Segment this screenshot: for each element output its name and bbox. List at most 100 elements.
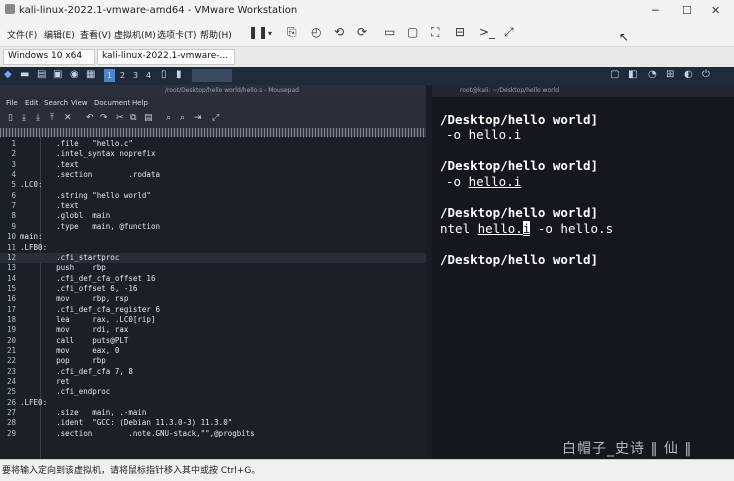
unity-icon[interactable]: ⊟	[455, 25, 465, 39]
code-line[interactable]: 27 .size main, .-main	[0, 408, 426, 418]
minimize-icon[interactable]: ─	[652, 4, 659, 17]
snapshot-manager-icon[interactable]: ⟳	[357, 25, 367, 39]
code-line[interactable]: 23 .cfi_def_cfa 7, 8	[0, 367, 426, 377]
network-icon[interactable]: ⊞	[666, 69, 674, 80]
code-line[interactable]: 9 .type main, @function	[0, 222, 426, 232]
menu-edit[interactable]: 编辑(E)	[44, 28, 75, 41]
menu-view[interactable]: 查看(V)	[80, 28, 111, 41]
mp-menu-file[interactable]: File	[6, 99, 18, 107]
close-icon[interactable]: ✕	[711, 4, 720, 17]
mp-menu-view[interactable]: View	[71, 99, 88, 107]
fullscreen-editor-icon[interactable]: ⤢	[212, 113, 219, 123]
code-line[interactable]: 5 .LC0:	[0, 180, 426, 190]
sidebar-icon[interactable]: ▭	[384, 25, 395, 39]
new-file-icon[interactable]: ▯	[8, 113, 13, 123]
fullscreen-icon[interactable]: ⛶	[431, 25, 439, 40]
save-icon[interactable]: ⤓	[36, 113, 40, 123]
code-line[interactable]: 20 call puts@PLT	[0, 336, 426, 346]
mp-menu-edit[interactable]: Edit	[25, 99, 39, 107]
code-text: .section .note.GNU-stack,"",@progbits	[20, 428, 255, 438]
code-line[interactable]: 13 push rbp	[0, 263, 426, 273]
code-line[interactable]: 28 .ident "GCC: (Debian 11.3.0-3) 11.3.0…	[0, 418, 426, 428]
dropdown-icon[interactable]: ▾	[268, 29, 272, 38]
workspace-2[interactable]: 2	[117, 69, 128, 82]
code-line[interactable]: 2 .intel_syntax noprefix	[0, 149, 426, 159]
menu-vm[interactable]: 虚拟机(M)	[114, 28, 156, 41]
copy-icon[interactable]: ⧉	[130, 113, 136, 123]
menu-file[interactable]: 文件(F)	[7, 28, 37, 41]
code-line[interactable]: 11 .LFB0:	[0, 243, 426, 253]
send-keys-icon[interactable]: ⎘	[287, 25, 297, 40]
mp-menu-search[interactable]: Search	[44, 99, 68, 107]
code-line[interactable]: 19 mov rdi, rax	[0, 325, 426, 335]
workspace-1[interactable]: 1	[104, 69, 115, 82]
taskbar-editor-icon[interactable]: ▮	[176, 69, 182, 80]
code-line[interactable]: 21 mov eax, 0	[0, 346, 426, 356]
maximize-icon[interactable]: ☐	[682, 4, 692, 17]
line-number: 1	[11, 139, 16, 148]
code-text: .intel_syntax noprefix	[20, 149, 156, 159]
line-number: 7	[11, 201, 16, 211]
workspace-4[interactable]: 4	[143, 69, 154, 82]
taskbar-window-button[interactable]	[192, 69, 232, 82]
code-line[interactable]: 14 .cfi_def_cfa_offset 16	[0, 274, 426, 284]
save-as-icon[interactable]: ⤒	[50, 113, 54, 123]
file-manager-icon[interactable]: ▤	[37, 69, 46, 80]
code-line[interactable]: 18 lea rax, .LC0[rip]	[0, 315, 426, 325]
thumbnail-icon[interactable]: ▢	[407, 25, 418, 39]
code-line[interactable]: 15 .cfi_offset 6, -16	[0, 284, 426, 294]
close-file-icon[interactable]: ✕	[64, 113, 72, 123]
code-line[interactable]: 6 .string "hello world"	[0, 191, 426, 201]
code-line[interactable]: 24 ret	[0, 377, 426, 387]
menu-help[interactable]: 帮助(H)	[200, 28, 232, 41]
mp-menu-help[interactable]: Help	[132, 99, 148, 107]
paste-icon[interactable]: ▤	[144, 113, 153, 123]
goto-icon[interactable]: ⇥	[194, 113, 202, 123]
code-line[interactable]: 25 .cfi_endproc	[0, 387, 426, 397]
undo-icon[interactable]: ↶	[86, 113, 94, 123]
kali-menu-icon[interactable]: ◆	[4, 69, 12, 80]
code-line[interactable]: 17 .cfi_def_cfa_register 6	[0, 305, 426, 315]
code-line[interactable]: 12 .cfi_startproc	[0, 252, 426, 263]
browser-icon[interactable]: ◉	[70, 69, 79, 80]
code-line[interactable]: 7 .text	[0, 201, 426, 211]
line-number: 22	[6, 356, 16, 366]
mousepad-tab-strip[interactable]	[0, 128, 426, 137]
search-icon[interactable]: ⌕	[166, 113, 171, 123]
power-icon[interactable]: ⏻	[702, 69, 710, 80]
panel-app-icon[interactable]: ▦	[86, 69, 95, 80]
workspace-3[interactable]: 3	[130, 69, 141, 82]
terminal-prompt-1: /Desktop/hello world]	[440, 112, 599, 127]
code-line[interactable]: 10 main:	[0, 232, 426, 242]
code-line[interactable]: 8 .globl main	[0, 211, 426, 221]
open-file-icon[interactable]: ⤓	[22, 113, 26, 123]
replace-icon[interactable]: ⌕	[180, 113, 185, 123]
revert-snapshot-icon[interactable]: ⟲	[334, 25, 344, 39]
code-line[interactable]: 26 .LFE0:	[0, 398, 426, 408]
mp-menu-document[interactable]: Document	[94, 99, 130, 107]
terminal-launcher-icon[interactable]: ▣	[53, 69, 62, 80]
code-line[interactable]: 29 .section .note.GNU-stack,"",@progbits	[0, 429, 426, 439]
redo-icon[interactable]: ↷	[100, 113, 108, 123]
console-icon[interactable]: >_	[479, 25, 495, 39]
code-line[interactable]: 4 .section .rodata	[0, 170, 426, 180]
notifications-icon[interactable]: ◔	[648, 69, 657, 80]
code-line[interactable]: 3 .text	[0, 160, 426, 170]
code-line[interactable]: 22 pop rbp	[0, 356, 426, 366]
menu-tabs[interactable]: 选项卡(T)	[157, 28, 197, 41]
code-line[interactable]: 1 .file "hello.c"	[0, 139, 426, 149]
show-desktop-icon[interactable]: ▬	[20, 69, 29, 80]
cut-icon[interactable]: ✂	[116, 113, 124, 123]
line-number: 10	[6, 232, 16, 242]
code-line[interactable]: 16 mov rbp, rsp	[0, 294, 426, 304]
stretch-icon[interactable]: ⤢	[504, 25, 514, 40]
pause-icon[interactable]: ❚❚	[248, 25, 268, 39]
tray-icon-1[interactable]: ▢	[610, 69, 619, 80]
taskbar-app-icon[interactable]: ▯	[161, 69, 167, 80]
tray-icon-2[interactable]: ◧	[628, 69, 637, 80]
tab-kali[interactable]: kali-linux-2022.1-vmware-...	[97, 49, 235, 65]
tab-windows10[interactable]: Windows 10 x64	[3, 49, 95, 65]
terminal-command-2: -o hello.i	[446, 174, 521, 189]
snapshot-icon[interactable]: ◴	[311, 25, 321, 39]
lock-icon[interactable]: ◐	[684, 69, 693, 80]
